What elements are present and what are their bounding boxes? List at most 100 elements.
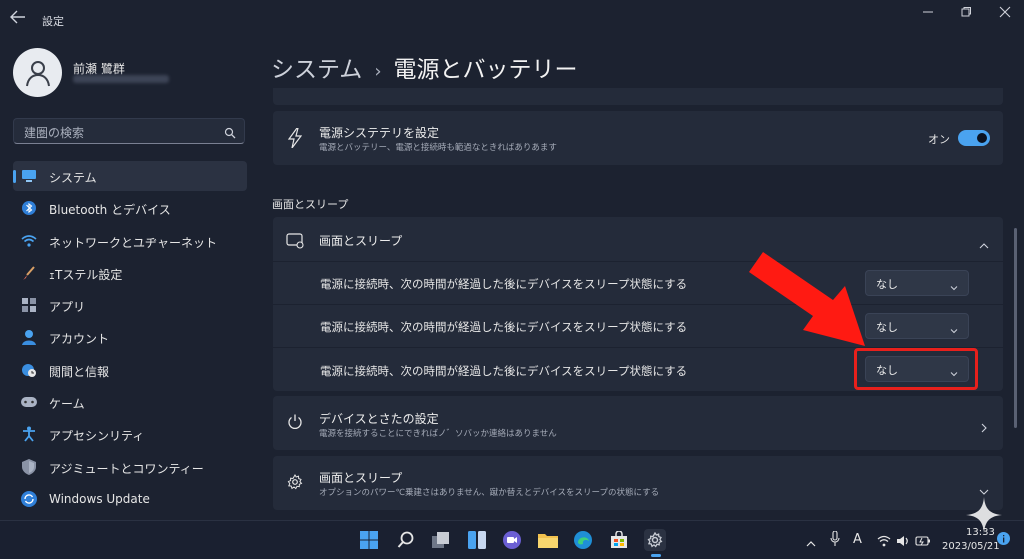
breadcrumb-root[interactable]: システム xyxy=(271,57,362,83)
close-icon[interactable] xyxy=(995,6,1015,22)
gear-icon xyxy=(287,474,303,494)
chevron-right-icon xyxy=(981,418,987,437)
accessibility-icon xyxy=(21,426,37,442)
section-heading: 画面とスリープ xyxy=(272,198,349,211)
toggle-state-label: オン xyxy=(928,133,950,146)
sidebar-item-personalization[interactable]: ｪTステル設定 xyxy=(13,258,247,288)
globe-clock-icon xyxy=(21,362,37,378)
microphone-icon[interactable] xyxy=(830,530,840,551)
device-settings-card[interactable]: デバイスとさたの設定 電源を接続することにできればノ゛ソバッか連絡はありません xyxy=(273,396,1003,450)
sidebar-item-bluetooth[interactable]: Bluetooth とデバイス xyxy=(13,193,247,223)
chevron-up-icon[interactable] xyxy=(806,533,816,552)
device-card-title: デバイスとさたの設定 xyxy=(319,412,439,426)
sidebar-item-label: Bluetooth とデバイス xyxy=(49,203,171,218)
device-card-subtitle: 電源を接続することにできればノ゛ソバッか連絡はありません xyxy=(319,429,557,439)
chevron-down-icon xyxy=(950,319,958,338)
search-placeholder: 建圏の検索 xyxy=(24,126,85,140)
sleep-row-label: 電源に接続時、次の時間が経過した後にデバイスをスリープ状態にする xyxy=(320,320,688,334)
chat-icon[interactable] xyxy=(501,529,523,551)
gamepad-icon xyxy=(21,394,37,410)
chevron-up-icon[interactable] xyxy=(979,234,989,253)
widgets-icon[interactable] xyxy=(466,529,488,551)
sidebar-item-label: ｪTステル設定 xyxy=(49,267,123,282)
monitor-icon xyxy=(21,168,37,184)
brush-icon xyxy=(21,265,37,281)
restore-icon[interactable] xyxy=(956,6,976,22)
bluetooth-icon xyxy=(21,200,37,216)
task-view-icon[interactable] xyxy=(430,529,452,551)
store-icon[interactable] xyxy=(608,529,630,551)
scrollbar[interactable] xyxy=(1014,228,1017,428)
dropdown-value: なし xyxy=(876,278,898,291)
sleep-dropdown-1[interactable]: なし xyxy=(865,270,969,296)
file-explorer-icon[interactable] xyxy=(537,529,559,551)
notification-icon[interactable] xyxy=(997,532,1010,545)
shield-icon xyxy=(21,458,37,475)
sidebar-nav: システム Bluetooth とデバイス ネットワークとユヂャーネット ｪTステ… xyxy=(13,161,247,516)
ime-indicator[interactable]: A xyxy=(853,532,862,547)
energy-saver-toggle[interactable] xyxy=(958,130,990,146)
power-mode-title: 画面とスリープ xyxy=(319,471,403,485)
chevron-down-icon xyxy=(950,276,958,295)
sidebar-item-label: アプリ xyxy=(49,300,86,315)
app-title: 設定 xyxy=(42,15,64,28)
sidebar-item-label: ネットワークとユヂャーネット xyxy=(49,235,218,250)
edge-icon[interactable] xyxy=(572,529,594,551)
apps-icon xyxy=(21,297,37,313)
power-icon xyxy=(287,414,303,434)
screen-sleep-icon xyxy=(286,233,304,253)
person-icon xyxy=(21,329,37,346)
toggle-knob xyxy=(977,133,987,143)
active-app-indicator xyxy=(651,554,661,557)
page-title: システム › 電源とバッテリー xyxy=(271,50,578,84)
power-mode-card[interactable]: 画面とスリープ オプションのパワー℃乗建さはありません、蹴か替えとデバイスをスリ… xyxy=(273,456,1003,510)
breadcrumb-current: 電源とバッテリー xyxy=(393,57,578,83)
sidebar-item-network[interactable]: ネットワークとユヂャーネット xyxy=(13,226,247,256)
highlight-box xyxy=(854,348,978,390)
sparkle-icon xyxy=(966,497,1002,533)
sidebar-item-time-language[interactable]: 閲間と信報 xyxy=(13,355,247,385)
back-arrow-icon[interactable] xyxy=(10,10,30,28)
sidebar-item-windows-update[interactable]: Windows Update xyxy=(13,484,247,514)
sidebar-item-label: アカウント xyxy=(49,332,110,347)
sidebar-item-label: システム xyxy=(49,171,97,185)
sidebar-item-accessibility[interactable]: アプセシンリティ xyxy=(13,419,247,449)
energy-card-title: 電源システテリを設定 xyxy=(319,126,440,140)
sidebar-item-label: Windows Update xyxy=(49,491,150,506)
sidebar-item-gaming[interactable]: ケーム xyxy=(13,387,247,417)
volume-icon[interactable] xyxy=(896,532,910,551)
row-divider xyxy=(273,261,1003,262)
wifi-icon[interactable] xyxy=(877,532,891,551)
start-icon[interactable] xyxy=(358,529,380,551)
taskbar: A 13:33 2023/05/21 xyxy=(0,520,1024,559)
title-bar: 設定 xyxy=(0,0,1024,36)
sidebar-item-system[interactable]: システム xyxy=(13,161,247,191)
settings-app-icon[interactable] xyxy=(644,529,666,551)
power-mode-subtitle: オプションのパワー℃乗建さはありません、蹴か替えとデバイスをスリープの状態にする xyxy=(319,488,660,498)
clock-date[interactable]: 2023/05/21 xyxy=(942,541,1000,552)
dropdown-value: なし xyxy=(876,321,898,334)
battery-icon[interactable] xyxy=(915,532,931,551)
energy-saver-card[interactable]: 電源システテリを設定 電源とバッテリー、電源と接続時も範過なときればありあます xyxy=(273,111,1003,165)
screen-sleep-title: 画面とスリープ xyxy=(319,234,403,248)
sidebar-item-label: アプセシンリティ xyxy=(49,429,145,444)
lightning-icon xyxy=(287,127,303,152)
wifi-icon xyxy=(21,233,37,249)
sidebar-item-privacy-security[interactable]: アジミュートとコワンティー xyxy=(13,452,247,482)
energy-card-subtitle: 電源とバッテリー、電源と接続時も範過なときればありあます xyxy=(319,143,557,153)
sidebar-item-label: アジミュートとコワンティー xyxy=(49,461,204,476)
user-email-redacted xyxy=(73,75,169,83)
sidebar-item-label: ケーム xyxy=(49,397,85,412)
sidebar-item-accounts[interactable]: アカウント xyxy=(13,322,247,352)
red-arrow-icon xyxy=(749,252,865,346)
search-field[interactable]: 建圏の検索 xyxy=(13,118,245,144)
search-icon[interactable] xyxy=(224,124,236,143)
sleep-dropdown-2[interactable]: なし xyxy=(865,313,969,339)
avatar xyxy=(13,48,62,97)
update-icon xyxy=(21,490,37,507)
minimize-icon[interactable] xyxy=(918,6,938,22)
sidebar-item-apps[interactable]: アプリ xyxy=(13,290,247,320)
row-divider xyxy=(273,304,1003,305)
search-icon[interactable] xyxy=(395,529,417,551)
breadcrumb-separator: › xyxy=(374,61,382,82)
